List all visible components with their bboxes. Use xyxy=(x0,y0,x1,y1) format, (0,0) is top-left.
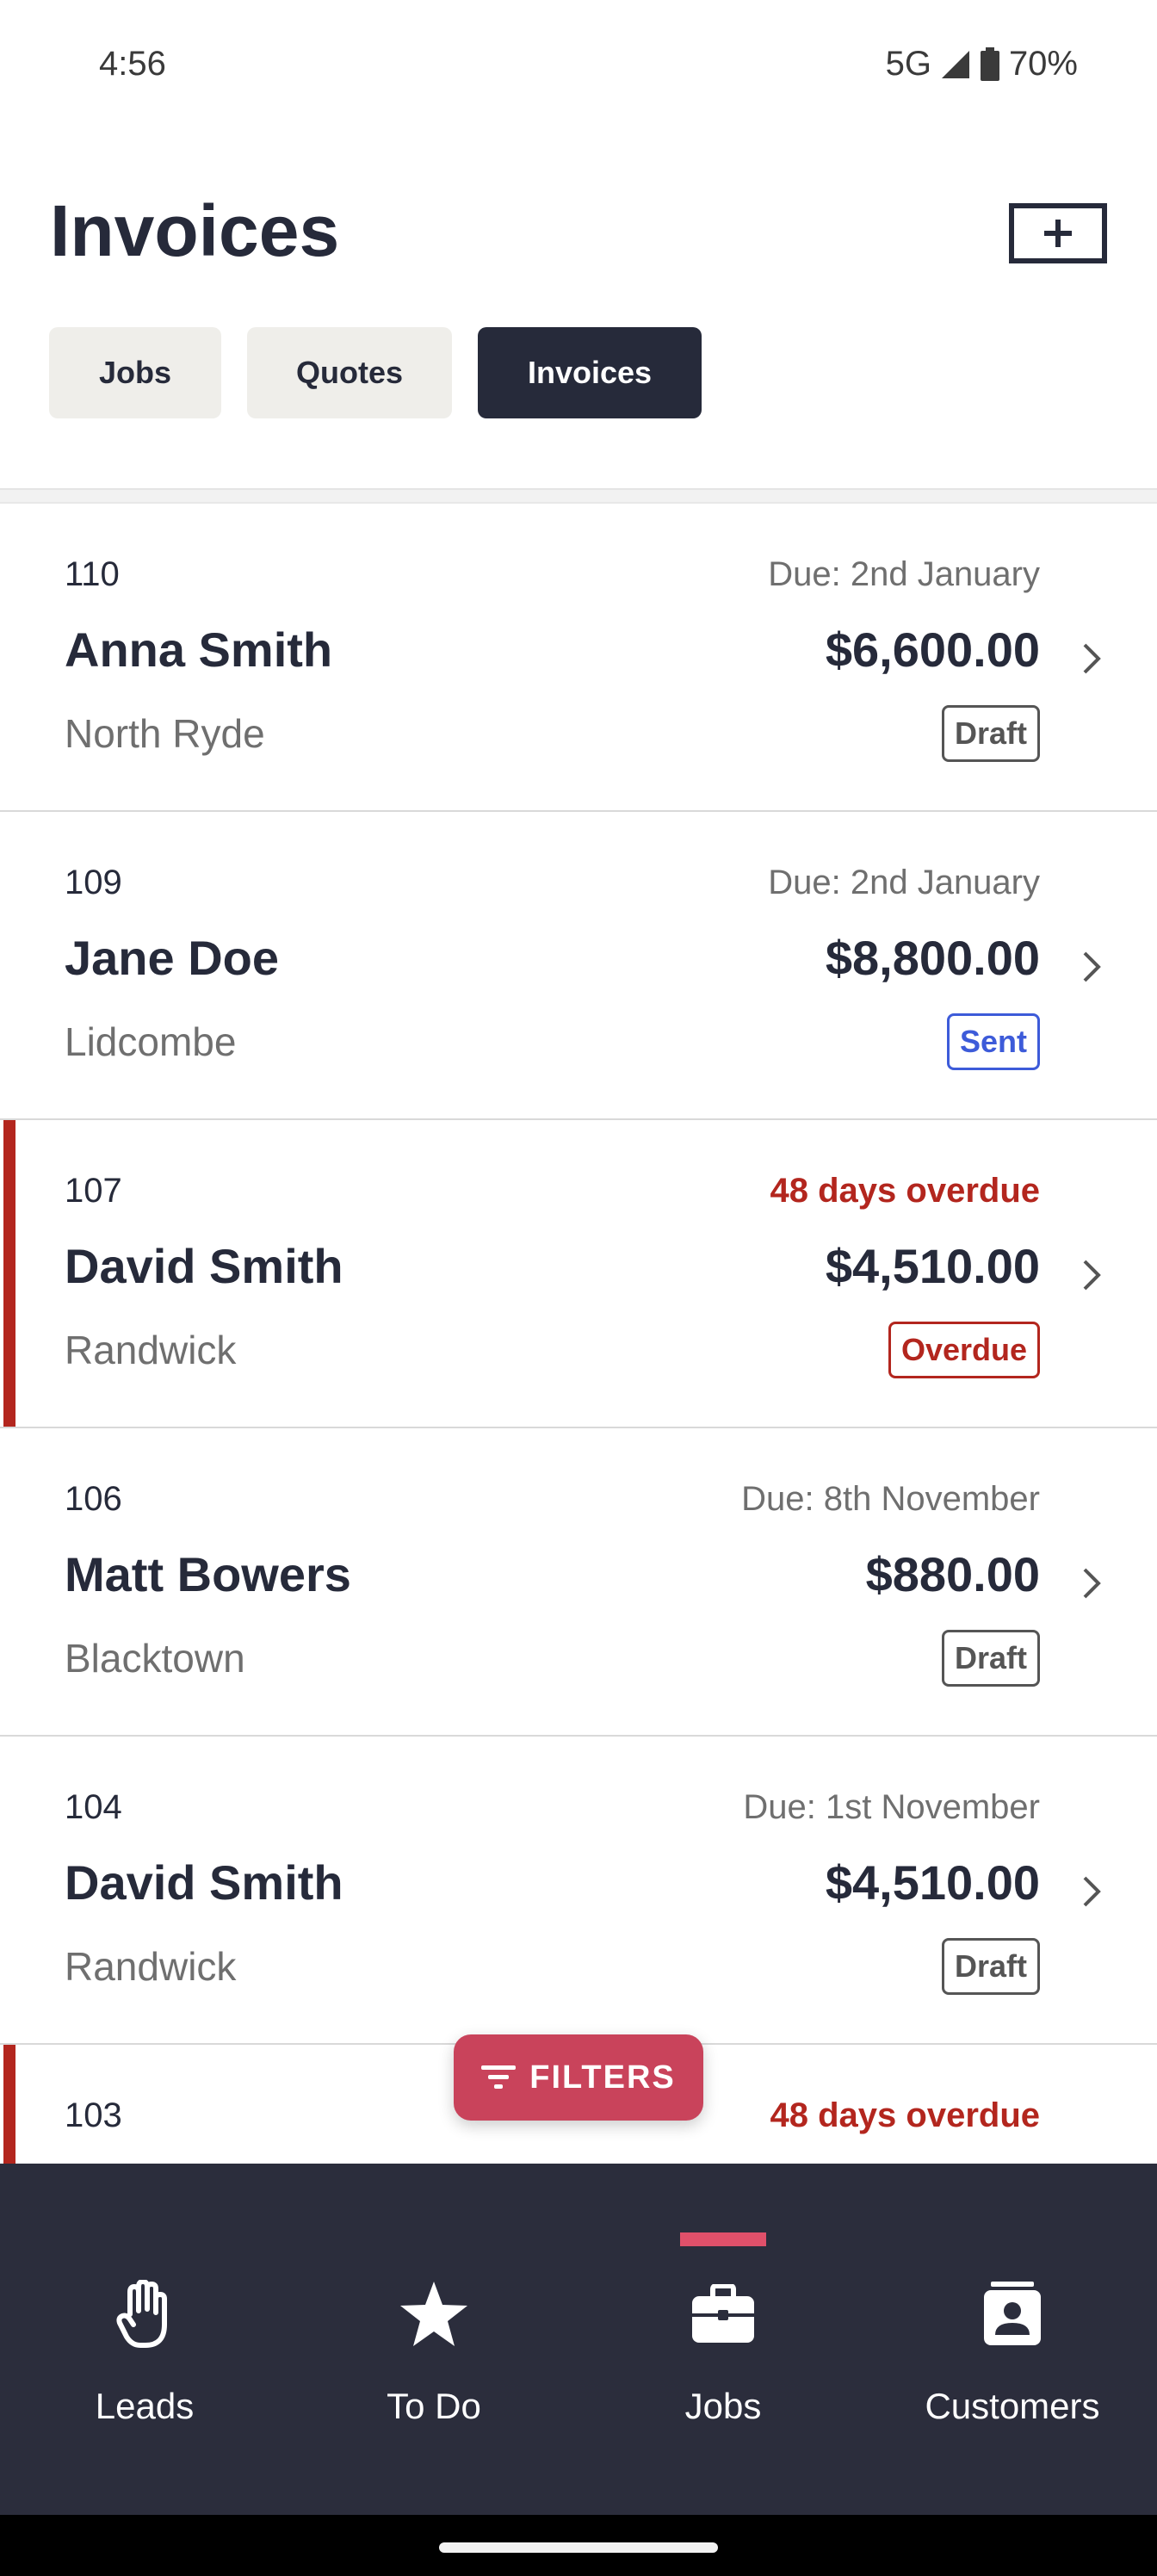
invoice-due-date: Due: 1st November xyxy=(743,1788,1040,1826)
nav-item-customers[interactable]: Customers xyxy=(868,2164,1157,2515)
invoice-number: 103 xyxy=(65,2096,122,2134)
status-badge: Draft xyxy=(941,1938,1040,1995)
status-badge: Overdue xyxy=(888,1322,1040,1378)
status-bar: 4:56 5G 70% xyxy=(0,0,1157,129)
invoice-row[interactable]: 106 Due: 8th November Matt Bowers $880.0… xyxy=(0,1428,1157,1737)
invoice-list: 110 Due: 2nd January Anna Smith $6,600.0… xyxy=(0,504,1157,2164)
invoice-row[interactable]: 109 Due: 2nd January Jane Doe $8,800.00 … xyxy=(0,812,1157,1120)
invoice-number: 110 xyxy=(65,555,120,593)
status-badge: Sent xyxy=(946,1013,1040,1070)
filter-icon xyxy=(481,2065,517,2089)
invoice-amount: $4,510.00 xyxy=(825,1855,1040,1910)
customer-suburb: North Ryde xyxy=(65,711,265,756)
invoice-row[interactable]: 110 Due: 2nd January Anna Smith $6,600.0… xyxy=(0,504,1157,812)
signal-icon xyxy=(941,50,969,78)
invoice-overdue-days: 48 days overdue xyxy=(770,1172,1041,1210)
invoice-amount: $8,800.00 xyxy=(825,931,1040,985)
chevron-right-icon xyxy=(1083,1876,1101,1907)
filters-button[interactable]: FILTERS xyxy=(454,2034,703,2121)
battery-icon xyxy=(980,46,999,81)
system-gesture-bar xyxy=(0,2515,1157,2576)
chevron-right-icon xyxy=(1083,1260,1101,1291)
invoice-amount: $880.00 xyxy=(865,1547,1040,1601)
nav-label-customers: Customers xyxy=(925,2386,1100,2426)
plus-icon xyxy=(1044,220,1072,247)
customer-name: Jane Doe xyxy=(65,931,279,985)
status-time: 4:56 xyxy=(99,45,166,83)
battery-level: 70% xyxy=(1008,45,1078,83)
invoice-number: 107 xyxy=(65,1172,122,1210)
nav-item-leads[interactable]: Leads xyxy=(0,2164,289,2515)
add-invoice-button[interactable] xyxy=(1009,203,1107,263)
chevron-right-icon xyxy=(1083,643,1101,674)
filters-label: FILTERS xyxy=(529,2059,676,2096)
invoice-overdue-days: 48 days overdue xyxy=(770,2096,1041,2134)
tab-invoices[interactable]: Invoices xyxy=(478,327,702,418)
briefcase-icon xyxy=(684,2276,762,2353)
header-divider xyxy=(0,488,1157,504)
nav-item-jobs[interactable]: Jobs xyxy=(578,2164,868,2515)
hand-icon xyxy=(106,2276,183,2353)
customer-suburb: Blacktown xyxy=(65,1636,245,1681)
page-title: Invoices xyxy=(50,190,340,271)
customer-name: David Smith xyxy=(65,1855,343,1910)
invoice-amount: $6,600.00 xyxy=(825,622,1040,677)
status-badge: Draft xyxy=(941,705,1040,762)
nav-label-todo: To Do xyxy=(387,2386,481,2426)
nav-label-jobs: Jobs xyxy=(684,2386,762,2426)
home-gesture-handle[interactable] xyxy=(439,2542,718,2553)
customer-suburb: Randwick xyxy=(65,1328,237,1372)
invoice-due-date: Due: 8th November xyxy=(741,1480,1040,1518)
status-badge: Draft xyxy=(941,1630,1040,1687)
star-icon xyxy=(395,2276,473,2353)
customer-suburb: Randwick xyxy=(65,1944,237,1989)
invoice-due-date: Due: 2nd January xyxy=(768,864,1040,901)
invoice-row[interactable]: 104 Due: 1st November David Smith $4,510… xyxy=(0,1737,1157,2045)
chevron-right-icon xyxy=(1083,1568,1101,1599)
tab-quotes[interactable]: Quotes xyxy=(247,327,452,418)
status-indicators: 5G 70% xyxy=(886,45,1078,84)
nav-label-leads: Leads xyxy=(95,2386,195,2426)
invoice-number: 109 xyxy=(65,864,122,901)
customer-name: Matt Bowers xyxy=(65,1547,351,1601)
bottom-navigation: Leads To Do Jobs Customers xyxy=(0,2164,1157,2515)
network-label: 5G xyxy=(885,45,931,83)
customer-name: Anna Smith xyxy=(65,622,333,677)
invoice-number: 104 xyxy=(65,1788,122,1826)
customer-suburb: Lidcombe xyxy=(65,1019,237,1064)
chevron-right-icon xyxy=(1083,951,1101,982)
active-nav-indicator xyxy=(680,2232,766,2246)
invoice-row[interactable]: 107 48 days overdue David Smith $4,510.0… xyxy=(0,1120,1157,1428)
invoice-amount: $4,510.00 xyxy=(825,1239,1040,1293)
invoice-number: 106 xyxy=(65,1480,122,1518)
invoice-due-date: Due: 2nd January xyxy=(768,555,1040,593)
tab-bar: Jobs Quotes Invoices xyxy=(49,327,702,418)
nav-item-todo[interactable]: To Do xyxy=(289,2164,578,2515)
contact-card-icon xyxy=(974,2276,1051,2353)
customer-name: David Smith xyxy=(65,1239,343,1293)
tab-jobs[interactable]: Jobs xyxy=(49,327,221,418)
